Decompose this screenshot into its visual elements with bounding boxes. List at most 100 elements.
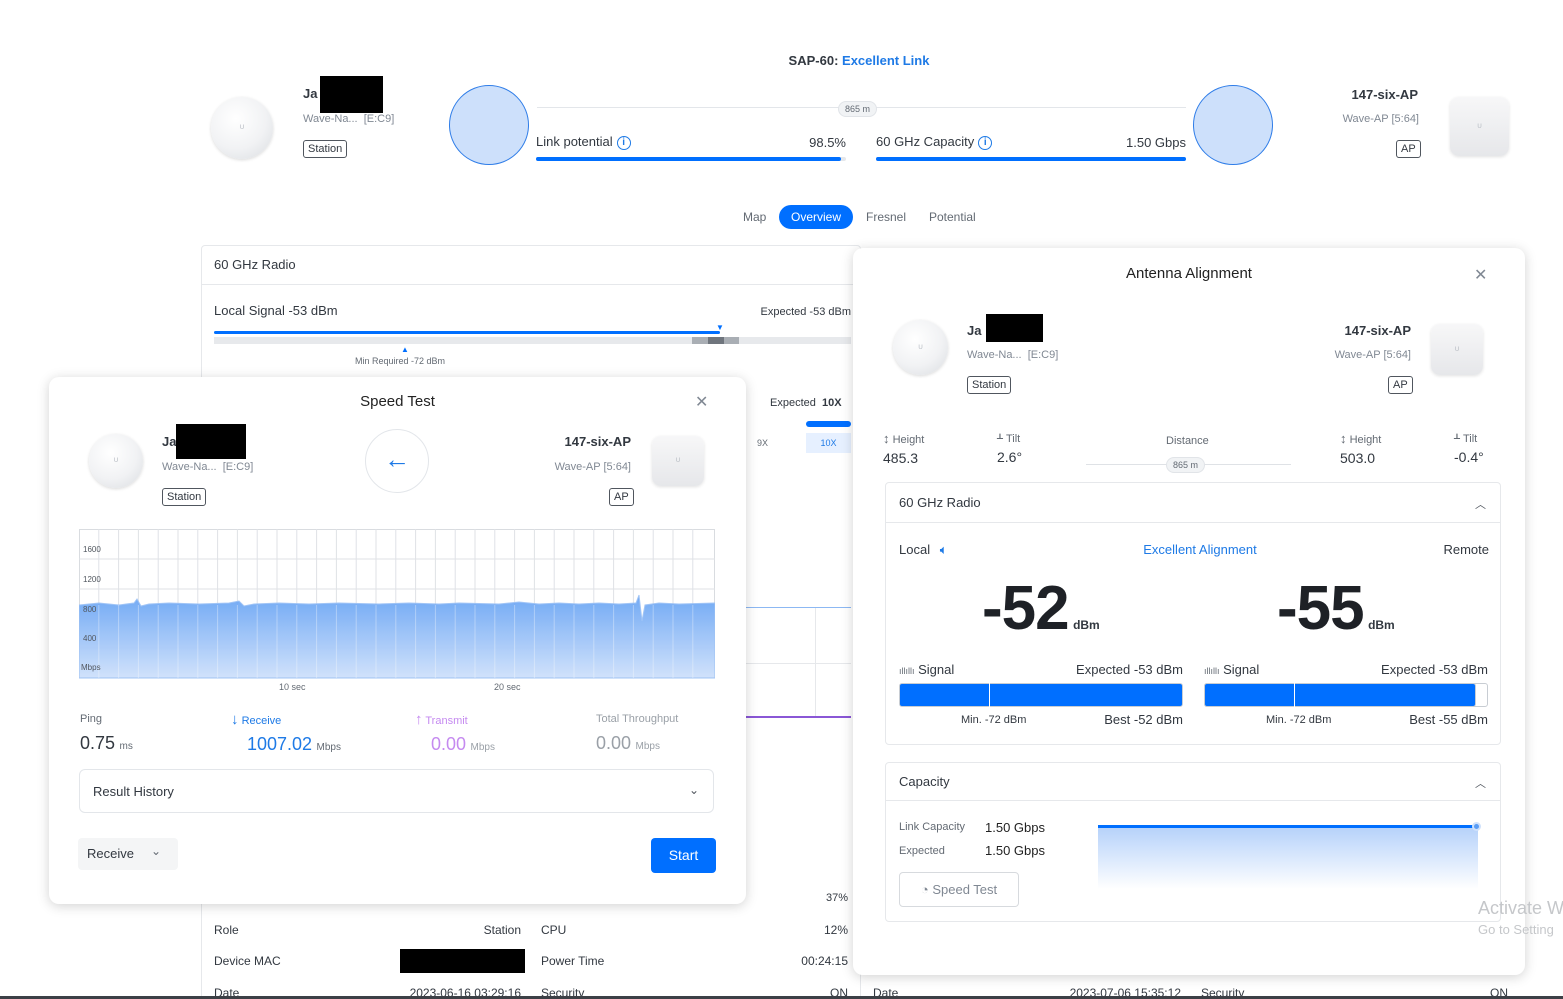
start-button[interactable]: Start (651, 838, 716, 873)
signal-wave-icon: ıllıllı (899, 666, 915, 676)
ubiquiti-logo-icon: ᵁ (676, 456, 680, 466)
local-min: Min. -72 dBm (961, 714, 1027, 726)
y-tick: 1600 (83, 545, 101, 554)
ping-unit: ms (119, 741, 133, 752)
chevron-down-icon: ⌄ (151, 844, 162, 858)
remote-signal-label: ıllıllı Signal (1204, 662, 1259, 677)
local-model: Wave-Na... (967, 349, 1022, 361)
capacity-section-title: Capacity (899, 774, 950, 789)
total-label: Total Throughput (596, 713, 679, 725)
ubiquiti-logo-icon: ᵁ (114, 456, 118, 466)
local-role-badge: Station (967, 376, 1012, 394)
local-signal-label: Local Signal -53 dBm (214, 303, 338, 318)
signal-wave-icon: ıllıllı (1204, 666, 1220, 676)
chevron-down-icon: ⌄ (688, 783, 699, 797)
expected-mod-label: Expected 10X (770, 397, 842, 409)
local-model: Wave-Na... (303, 113, 358, 125)
remote-signal-bar (1204, 683, 1476, 707)
transmit-value: 0.00 Mbps (431, 734, 495, 755)
local-mac: [E:C9] (1027, 349, 1059, 361)
expected-capacity-label: Expected (899, 845, 945, 857)
mod-option-10x[interactable]: 10X (806, 433, 851, 453)
remote-tilt: ᚆ Tilt -0.4° (1454, 431, 1484, 465)
link-prefix: SAP-60: (788, 53, 839, 68)
local-bubble (449, 85, 529, 165)
y-tick: 400 (83, 634, 97, 643)
local-mac: [E:C9] (363, 113, 395, 125)
section-divider (886, 522, 1500, 523)
section-divider (886, 800, 1500, 801)
info-icon[interactable]: i (616, 135, 631, 150)
link-potential-text: Link potential (536, 134, 613, 149)
remote-device-name: 147-six-AP (564, 434, 631, 449)
direction-toggle[interactable]: ← (365, 429, 429, 493)
expected-signal-label: Expected -53 dBm (760, 306, 852, 318)
remote-device-name: 147-six-AP (1344, 323, 1411, 338)
mod-option-9x[interactable]: 9X (757, 438, 768, 448)
link-potential-label: Link potential i (536, 134, 631, 150)
chevron-up-icon[interactable]: ︿ (1475, 496, 1486, 512)
capacity-chart-line (1098, 825, 1478, 828)
height-label-text: Height (892, 434, 925, 446)
local-expected: Expected -53 dBm (1076, 662, 1183, 677)
remote-role-badge: AP (1388, 376, 1413, 394)
signal-text: Signal (1223, 662, 1260, 677)
speed-test-button[interactable]: ◔ Speed Test (899, 872, 1019, 907)
dbm-unit: dBm (1368, 618, 1395, 632)
signal-text: Signal (918, 662, 955, 677)
radio-panel-divider (202, 284, 860, 285)
close-icon[interactable]: ✕ (695, 392, 708, 412)
x-tick: 10 sec (279, 682, 306, 692)
remote-device-model: Wave-AP [5:64] (554, 461, 631, 473)
local-signal-bar (214, 331, 720, 334)
local-min-marker (989, 683, 990, 707)
arrow-left-icon: ← (384, 444, 410, 474)
remote-best: Best -55 dBm (1409, 712, 1488, 727)
power-time-label: Power Time (541, 954, 605, 968)
local-device-name: Ja (967, 323, 982, 338)
min-required-label: Min Required -72 dBm (355, 356, 446, 366)
ubiquiti-logo-icon: ᵁ (1455, 344, 1459, 355)
tab-fresnel[interactable]: Fresnel (866, 205, 906, 229)
local-model: Wave-Na... (162, 461, 217, 473)
tab-map[interactable]: Map (743, 205, 766, 229)
info-icon[interactable]: i (978, 135, 993, 150)
cell-value: 37% (825, 892, 848, 904)
direction-select[interactable]: Receive ⌄ (78, 838, 178, 870)
activation-watermark: Activate W (1478, 898, 1563, 918)
local-device-model: Wave-Na... [E:C9] (162, 461, 253, 473)
local-role-badge: Station (162, 488, 207, 506)
tab-potential[interactable]: Potential (929, 205, 976, 229)
tab-overview[interactable]: Overview (779, 205, 854, 229)
local-dbm: -52 dBm (982, 573, 1100, 644)
remote-min: Min. -72 dBm (1266, 714, 1332, 726)
receive-number: 1007.02 (247, 734, 313, 754)
result-history-dropdown[interactable]: Result History ⌄ (79, 769, 714, 813)
local-signal-bar (899, 683, 1183, 707)
link-capacity-label: Link Capacity (899, 821, 966, 833)
local-device-name: Ja (303, 86, 317, 101)
expected-marker-icon: ▼ (716, 323, 724, 332)
receive-value: 1007.02 Mbps (247, 734, 341, 755)
remote-expected: Expected -53 dBm (1381, 662, 1488, 677)
link-title: SAP-60: Excellent Link (0, 53, 1563, 68)
link-status: Excellent Link (842, 53, 930, 68)
distance-pill: 865 m (1166, 457, 1206, 473)
remote-device-image: ᵁ (652, 436, 704, 486)
y-tick: 800 (83, 605, 97, 614)
power-time-value: 00:24:15 (801, 954, 848, 968)
link-potential-bar (536, 157, 842, 161)
cpu-value: 12% (823, 923, 848, 937)
remote-device-model: Wave-AP [5:64] (1334, 349, 1411, 361)
receive-label: ↓ Receive (231, 711, 281, 728)
local-dbm-value: -52 (982, 574, 1070, 643)
remote-dbm: -55 dBm (1277, 573, 1395, 644)
receive-unit: Mbps (316, 742, 341, 753)
remote-device-model: Wave-AP [5:64] (1342, 113, 1419, 125)
close-icon[interactable]: ✕ (1474, 265, 1487, 285)
speed-test-label: Speed Test (932, 882, 998, 897)
throughput-chart: 1600 1200 800 400 Mbps (79, 529, 715, 679)
chevron-up-icon[interactable]: ︿ (1475, 775, 1486, 791)
local-mac: [E:C9] (222, 461, 254, 473)
local-device-model: Wave-Na... [E:C9] (303, 113, 394, 125)
